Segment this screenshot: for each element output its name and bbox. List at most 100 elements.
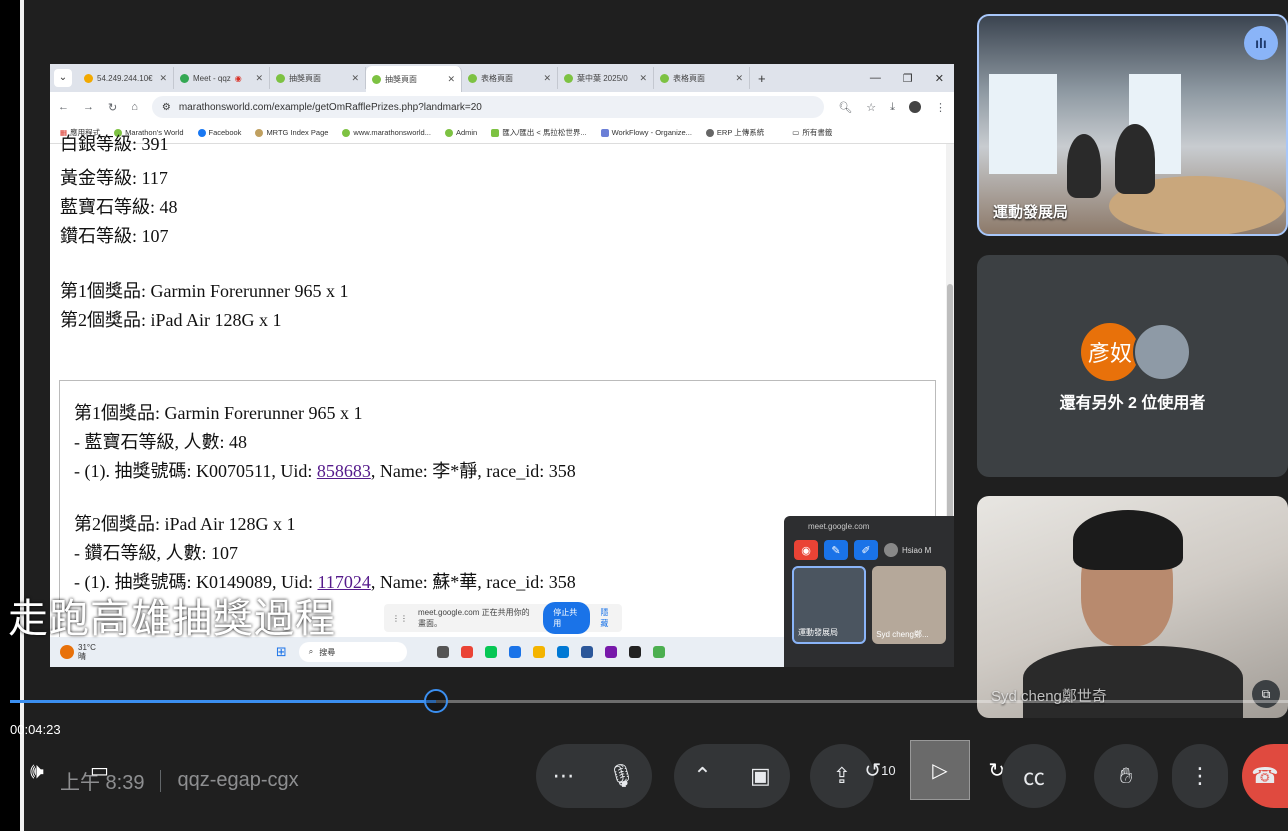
mini-window-url: meet.google.com [808,522,870,531]
leave-call-button[interactable]: ☎ [1242,744,1288,808]
taskbar-search[interactable]: ⌕ 搜尋 [298,642,407,662]
browser-tab[interactable]: 葉中葉 2025/0 ✕ [558,67,654,89]
close-tab-icon[interactable]: ✕ [639,73,647,84]
tab-search-icon[interactable]: ⌄ [54,69,72,87]
favicon-icon [372,74,381,84]
app-icon[interactable] [652,646,665,658]
browser-tab-active[interactable]: 抽獎頁面 ✕ [366,66,462,92]
captions-button[interactable]: ㏄ [1002,744,1066,808]
bookmark-favicon-icon [491,128,500,137]
speaking-indicator-icon: ılı [1244,26,1278,60]
back-icon[interactable]: ← [58,101,69,113]
mail-icon[interactable] [556,646,569,658]
zoom-icon[interactable]: 🔍︎ [838,101,852,114]
forward-icon[interactable]: → [83,101,94,113]
level-line: 黃金等級: 117 [60,168,168,188]
hide-notice-button[interactable]: 隱藏 [600,607,614,629]
close-tab-icon[interactable]: ✕ [447,74,455,85]
raise-hand-button[interactable]: ✋︎ [1094,744,1158,808]
download-icon[interactable]: ⤓ [890,101,895,114]
browser-tab[interactable]: 抽獎頁面 ✕ [270,67,366,89]
close-tab-icon[interactable]: ✕ [255,73,263,84]
address-bar: ← → ↻ ⌂ ⚙ marathonsworld.com/example/get… [50,92,954,122]
bookmark-item[interactable]: MRTG Index Page [255,128,328,137]
mini-tile[interactable]: Syd cheng鄭... [872,566,946,644]
avatar [1133,323,1191,381]
browser-tab-bar: ⌄ 54.249.244.10€ ✕ Meet - qqz ◉ ✕ 抽獎頁面 ✕ 抽獎頁… [50,64,954,92]
result-level: - 藍寶石等級, 人數: 48 [74,432,247,452]
microphone-icon[interactable]: 🎙︎ [608,763,636,789]
browser-tab[interactable]: 54.249.244.10€ ✕ [78,67,174,89]
bookmark-item[interactable]: 匯入/匯出 < 馬拉松世界... [491,127,587,138]
bookmark-item[interactable]: Facebook [197,128,241,137]
url-field[interactable]: ⚙ marathonsworld.com/example/getOmRaffle… [151,96,825,118]
profile-avatar[interactable] [909,101,921,113]
reload-icon[interactable]: ↻ [108,101,117,114]
favicon-icon [660,73,669,83]
file-explorer-icon[interactable] [532,646,545,658]
restore-icon[interactable]: ❐ [903,72,913,85]
mrtg-icon [255,128,264,137]
person-figure [1115,124,1155,194]
stop-sharing-button[interactable]: 停止共用 [543,602,591,634]
rewind-10-button[interactable]: ↺ 10 [850,740,910,800]
captions-toggle-icon[interactable]: ▭ [90,758,109,783]
site-info-icon[interactable]: ⚙ [162,102,171,113]
line-icon[interactable] [484,646,497,658]
record-button[interactable]: ◉ [794,540,818,560]
new-tab-icon[interactable]: + [750,71,774,86]
app-icon[interactable] [628,646,641,658]
browser-tab[interactable]: Meet - qqz ◉ ✕ [174,67,270,89]
chrome-icon[interactable] [460,646,473,658]
bookmark-item[interactable]: ERP 上傳系統 [705,127,764,138]
picture-in-picture-icon[interactable]: ⧉ [1252,680,1280,708]
bookmark-item[interactable]: www.marathonsworld... [342,128,431,137]
bookmark-favicon-icon [444,128,453,137]
more-audio-icon[interactable]: ⋯ [553,763,575,789]
divider [160,769,162,792]
close-tab-icon[interactable]: ✕ [735,73,743,84]
edge-icon[interactable] [508,646,521,658]
onenote-icon[interactable] [604,646,617,658]
chevron-up-icon[interactable]: ⌃ [693,763,711,789]
home-icon[interactable]: ⌂ [131,101,138,113]
browser-tab[interactable]: 表格頁面 ✕ [654,67,750,89]
word-icon[interactable] [580,646,593,658]
bookmark-item[interactable]: WorkFlowy - Organize... [600,128,692,137]
participant-tile-room[interactable]: ılı 運動發展局 [977,14,1288,236]
participant-tile-others[interactable]: 彥奴 還有另外 2 位使用者 [977,255,1288,477]
all-bookmarks[interactable]: ▭ 所有書籤 [792,127,832,138]
minimize-icon[interactable]: — [870,72,881,85]
close-window-icon[interactable]: ✕ [935,72,944,85]
workflowy-icon [600,128,609,137]
speaker-figure [1073,510,1183,570]
camera-icon[interactable]: ▣ [750,763,771,789]
seek-bar[interactable] [10,689,1288,713]
volume-icon[interactable]: 🕪︎ [30,758,44,784]
result-title: 第1個獎品: Garmin Forerunner 965 x 1 [74,403,363,423]
others-label: 還有另外 2 位使用者 [1059,395,1206,412]
participant-tile-speaker[interactable]: Syd cheng鄭世奇 ⧉ [977,496,1288,718]
more-options-button[interactable]: ⋮ [1172,744,1228,808]
bookmark-item[interactable]: Admin [444,128,477,137]
bookmark-star-icon[interactable]: ☆ [866,101,876,114]
menu-kebab-icon[interactable]: ⋮ [935,101,946,114]
uid-link[interactable]: 858683 [317,461,371,481]
play-button[interactable]: ▷ [910,740,970,800]
notes-button[interactable]: ✎ [824,540,848,560]
weather-widget[interactable]: 31°C 晴 [78,643,96,661]
window-photo [989,74,1057,174]
person-figure [1067,134,1101,198]
task-view-icon[interactable] [436,646,449,658]
close-tab-icon[interactable]: ✕ [159,73,167,84]
close-tab-icon[interactable]: ✕ [543,73,551,84]
close-tab-icon[interactable]: ✕ [351,73,359,84]
pen-button[interactable]: ✐ [854,540,878,560]
mini-tile[interactable]: 運動發展局 [792,566,867,644]
current-time: 00:04:23 [10,722,61,737]
browser-tab[interactable]: 表格頁面 ✕ [462,67,558,89]
start-icon[interactable]: ⊞ [276,644,287,660]
meeting-code[interactable]: qqz-egap-cgx [177,769,298,792]
drag-handle-icon[interactable]: ⋮⋮ [392,614,408,623]
seek-handle[interactable] [423,689,448,713]
